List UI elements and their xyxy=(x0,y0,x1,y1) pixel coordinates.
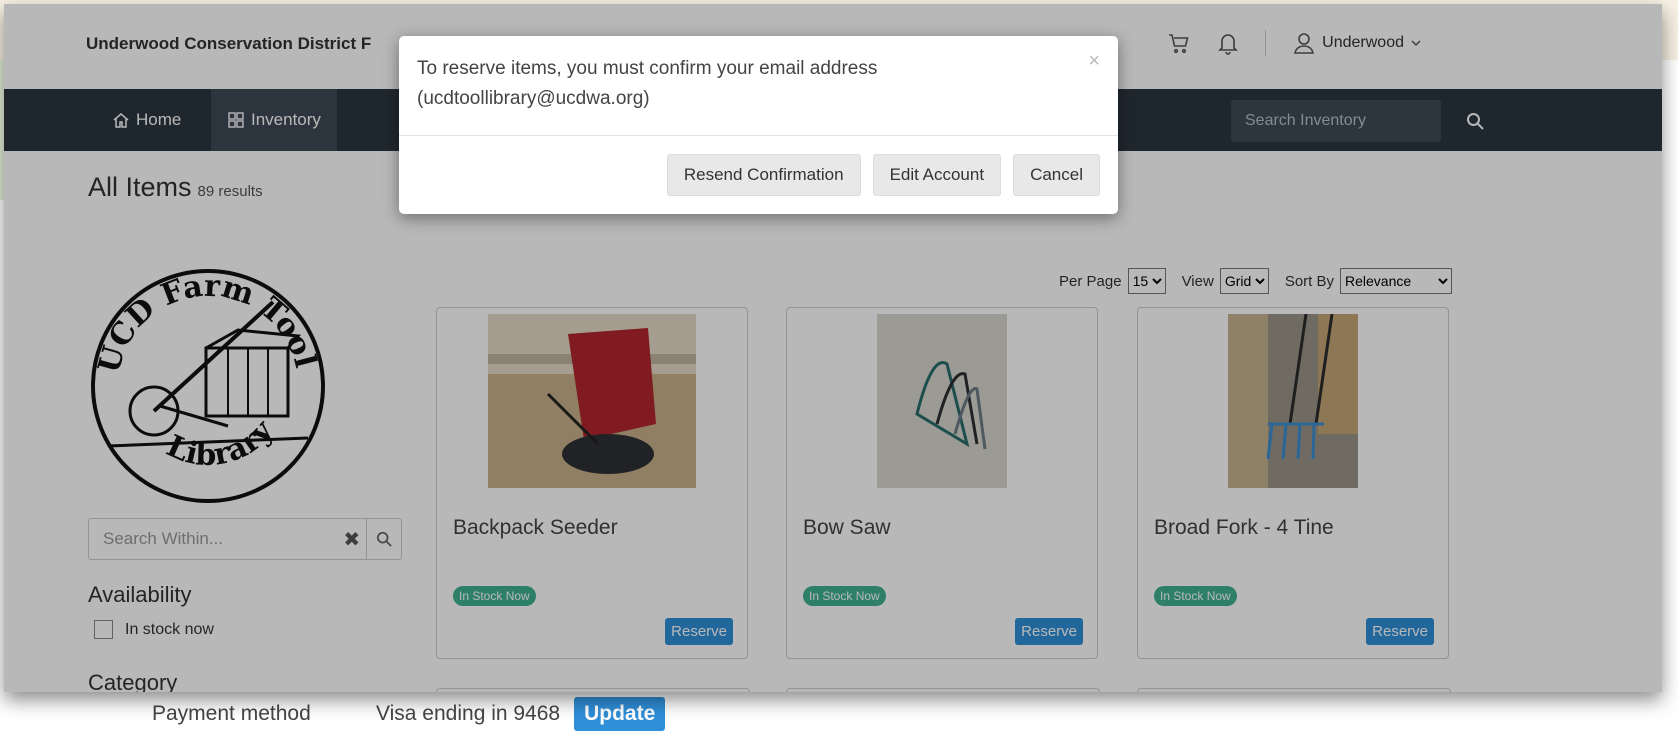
payment-method-label: Payment method xyxy=(152,702,311,725)
dialog-message: To reserve items, you must confirm your … xyxy=(417,58,878,109)
close-icon[interactable]: × xyxy=(1088,50,1100,73)
screenshot-window: Underwood Conservation District F Underw… xyxy=(4,4,1662,692)
edit-account-button[interactable]: Edit Account xyxy=(872,154,1002,196)
update-payment-button[interactable]: Update xyxy=(574,697,666,731)
payment-method-value: Visa ending in 9468 xyxy=(376,702,561,725)
dialog-actions: Resend Confirmation Edit Account Cancel xyxy=(666,154,1100,196)
cancel-button[interactable]: Cancel xyxy=(1013,154,1100,196)
payment-row: Payment method Visa ending in 9468 Updat… xyxy=(152,696,666,732)
dialog-divider xyxy=(399,135,1118,136)
confirm-email-dialog: To reserve items, you must confirm your … xyxy=(399,36,1118,214)
resend-confirmation-button[interactable]: Resend Confirmation xyxy=(666,154,861,196)
